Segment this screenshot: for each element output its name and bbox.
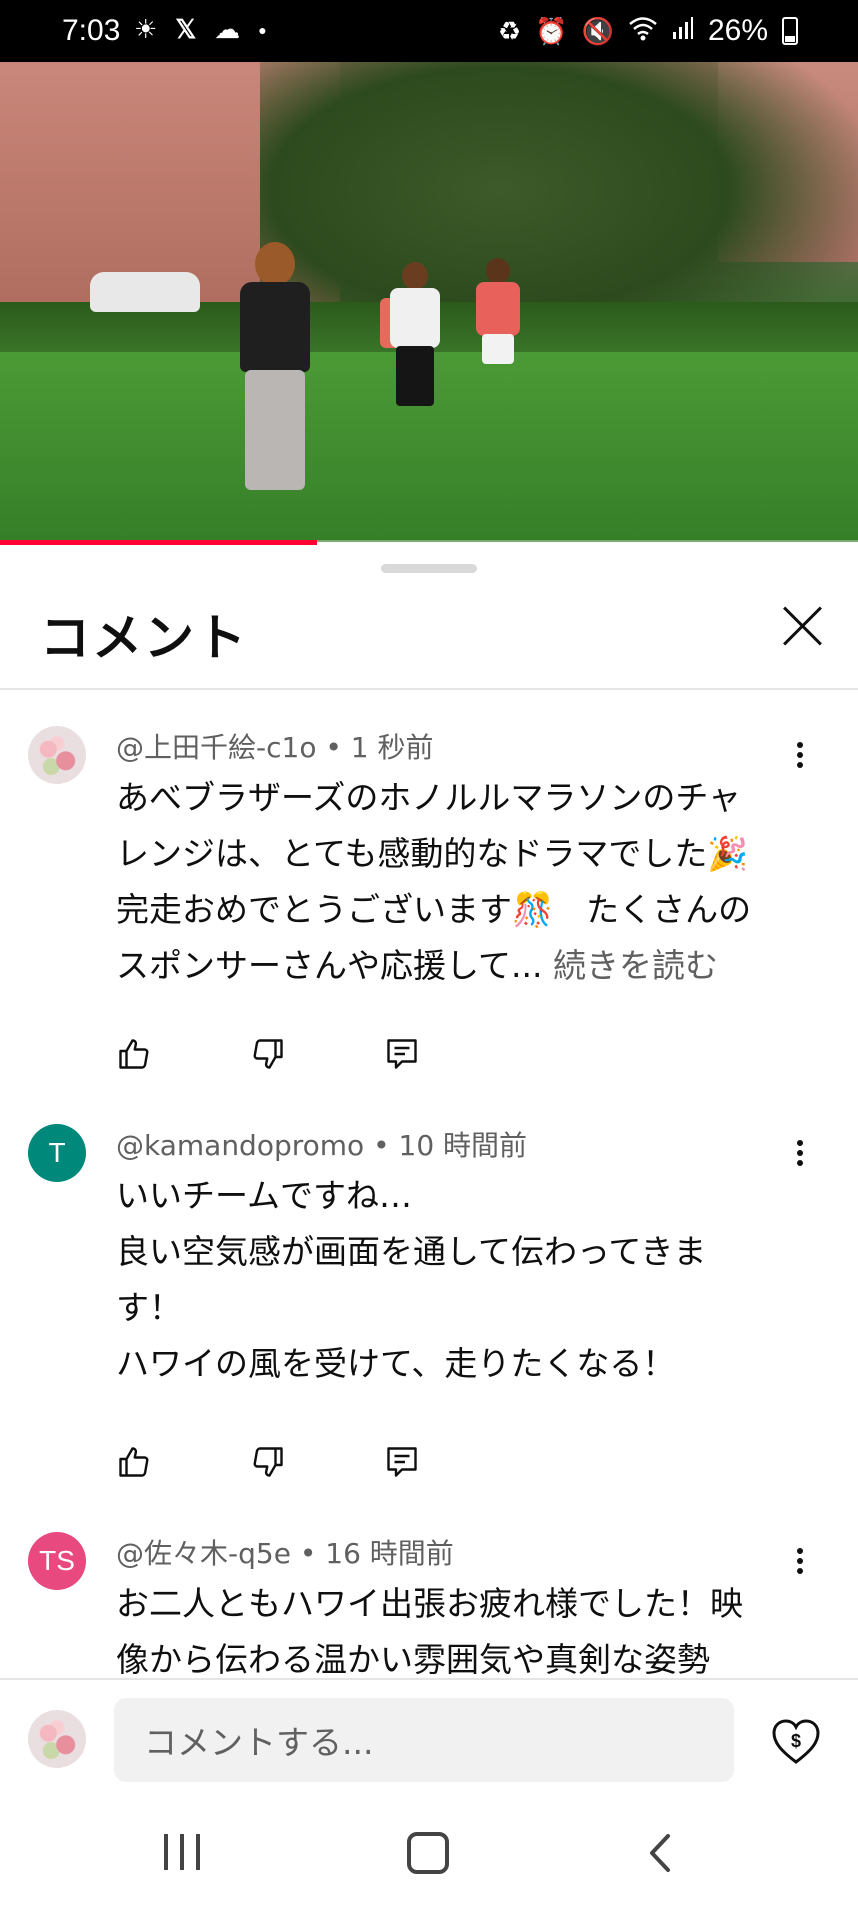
brightness-icon: ☀	[134, 14, 158, 44]
comment-time: 16 時間前	[325, 1537, 454, 1570]
dislike-button[interactable]	[250, 1440, 384, 1484]
thumbs-down-icon	[253, 1447, 283, 1477]
battery-icon	[782, 17, 798, 45]
comment-input-placeholder: コメントする...	[144, 1723, 374, 1762]
meta-separator: •	[325, 731, 351, 764]
signal-icon	[672, 16, 694, 47]
comment-line: いいチームですね…	[116, 1176, 413, 1215]
dislike-button[interactable]	[250, 1032, 384, 1076]
reply-button[interactable]	[384, 1032, 518, 1076]
avatar[interactable]	[28, 726, 86, 784]
x-icon: 𝕏	[175, 14, 197, 44]
alarm-icon: ⏰	[535, 15, 568, 46]
comment-actions	[116, 1032, 518, 1076]
cloud-icon: ☁	[214, 14, 241, 44]
comments-list[interactable]: @上田千絵-c1o • 1 秒前 あべブラザーズのホノルルマラソンのチャ レンジ…	[0, 690, 858, 1690]
super-thanks-button[interactable]: $	[770, 1716, 822, 1768]
back-icon	[650, 1834, 670, 1872]
comment-meta: @kamandopromo • 10 時間前	[116, 1124, 527, 1164]
comment-author[interactable]: @kamandopromo	[116, 1129, 364, 1162]
reply-button[interactable]	[384, 1440, 518, 1484]
video-player[interactable]	[0, 62, 858, 542]
avatar-letter: T	[48, 1137, 66, 1168]
video-progress-fill	[0, 540, 318, 545]
back-button[interactable]	[640, 1828, 700, 1878]
comment-line: あべブラザーズのホノルルマラソンのチャ	[116, 778, 742, 817]
comment-author[interactable]: @佐々木-q5e	[116, 1537, 291, 1570]
comment-input-bar: コメントする... $	[0, 1678, 858, 1800]
comment-meta: @佐々木-q5e • 16 時間前	[116, 1532, 454, 1572]
comment-line: レンジは、とても感動的なドラマでした🎉	[116, 834, 749, 873]
comment-line: 完走おめでとうございます🎊 たくさんの	[116, 890, 752, 929]
comment-line: お二人ともハワイ出張お疲れ様でした！映	[116, 1584, 743, 1623]
avatar-letter: TS	[39, 1545, 75, 1576]
comment-time: 10 時間前	[398, 1129, 528, 1162]
like-button[interactable]	[116, 1440, 250, 1484]
comment-time: 1 秒前	[350, 731, 434, 764]
status-time: 7:03	[62, 14, 121, 47]
avatar[interactable]: TS	[28, 1532, 86, 1590]
read-more-link[interactable]: 続きを読む	[553, 946, 718, 985]
avatar[interactable]: T	[28, 1124, 86, 1182]
user-avatar[interactable]	[28, 1710, 86, 1768]
thumbs-up-icon	[119, 1039, 149, 1069]
comment-line-text: スポンサーさんや応援して...	[116, 946, 553, 985]
video-scene-person	[235, 242, 315, 502]
svg-text:$: $	[791, 1731, 801, 1751]
comment-text: あべブラザーズのホノルルマラソンのチャ レンジは、とても感動的なドラマでした🎉 …	[116, 770, 796, 994]
reply-icon	[387, 1447, 417, 1477]
meta-separator: •	[373, 1129, 399, 1162]
comment-text: いいチームですね… 良い空気感が画面を通して伝わってきま す！ ハワイの風を受け…	[116, 1168, 796, 1392]
reply-icon	[387, 1039, 417, 1069]
comment-line: す！	[116, 1288, 182, 1327]
video-scene-person	[476, 258, 520, 398]
sheet-title: コメント	[40, 609, 248, 667]
comment-line: スポンサーさんや応援して... 続きを読む	[116, 938, 796, 994]
comment-line: ハワイの風を受けて、走りたくなる！	[116, 1344, 676, 1383]
recents-button[interactable]	[158, 1828, 218, 1878]
thumbs-up-icon	[119, 1447, 149, 1477]
home-icon	[407, 1832, 449, 1874]
battery-saver-icon: ♻	[497, 15, 522, 46]
video-scene-person	[390, 262, 440, 412]
comment-meta: @上田千絵-c1o • 1 秒前	[116, 726, 434, 766]
drag-handle[interactable]	[381, 564, 477, 573]
mute-icon: 🔇	[581, 15, 614, 46]
close-button[interactable]	[780, 604, 824, 648]
status-bar: 7:03 ☀ 𝕏 ☁ ● ♻ ⏰ 🔇 26%	[0, 0, 858, 62]
comment-input[interactable]: コメントする...	[114, 1698, 734, 1782]
comment-text: お二人ともハワイ出張お疲れ様でした！映 像から伝わる温かい雰囲気や真剣な姿勢	[116, 1576, 796, 1688]
video-progress-bar[interactable]	[0, 540, 858, 545]
like-button[interactable]	[116, 1032, 250, 1076]
dot-icon: ●	[258, 21, 267, 38]
comment-actions	[116, 1440, 518, 1484]
system-nav-bar	[0, 1798, 858, 1907]
wifi-icon	[628, 15, 658, 48]
meta-separator: •	[299, 1537, 326, 1570]
thumbs-down-icon	[253, 1039, 283, 1069]
comment-author[interactable]: @上田千絵-c1o	[116, 731, 316, 764]
heart-dollar-icon: $	[772, 1719, 820, 1764]
video-scene-car	[90, 272, 200, 312]
home-button[interactable]	[398, 1828, 458, 1878]
battery-percent: 26%	[707, 14, 768, 47]
comment-line: 良い空気感が画面を通して伝わってきま	[116, 1232, 707, 1271]
